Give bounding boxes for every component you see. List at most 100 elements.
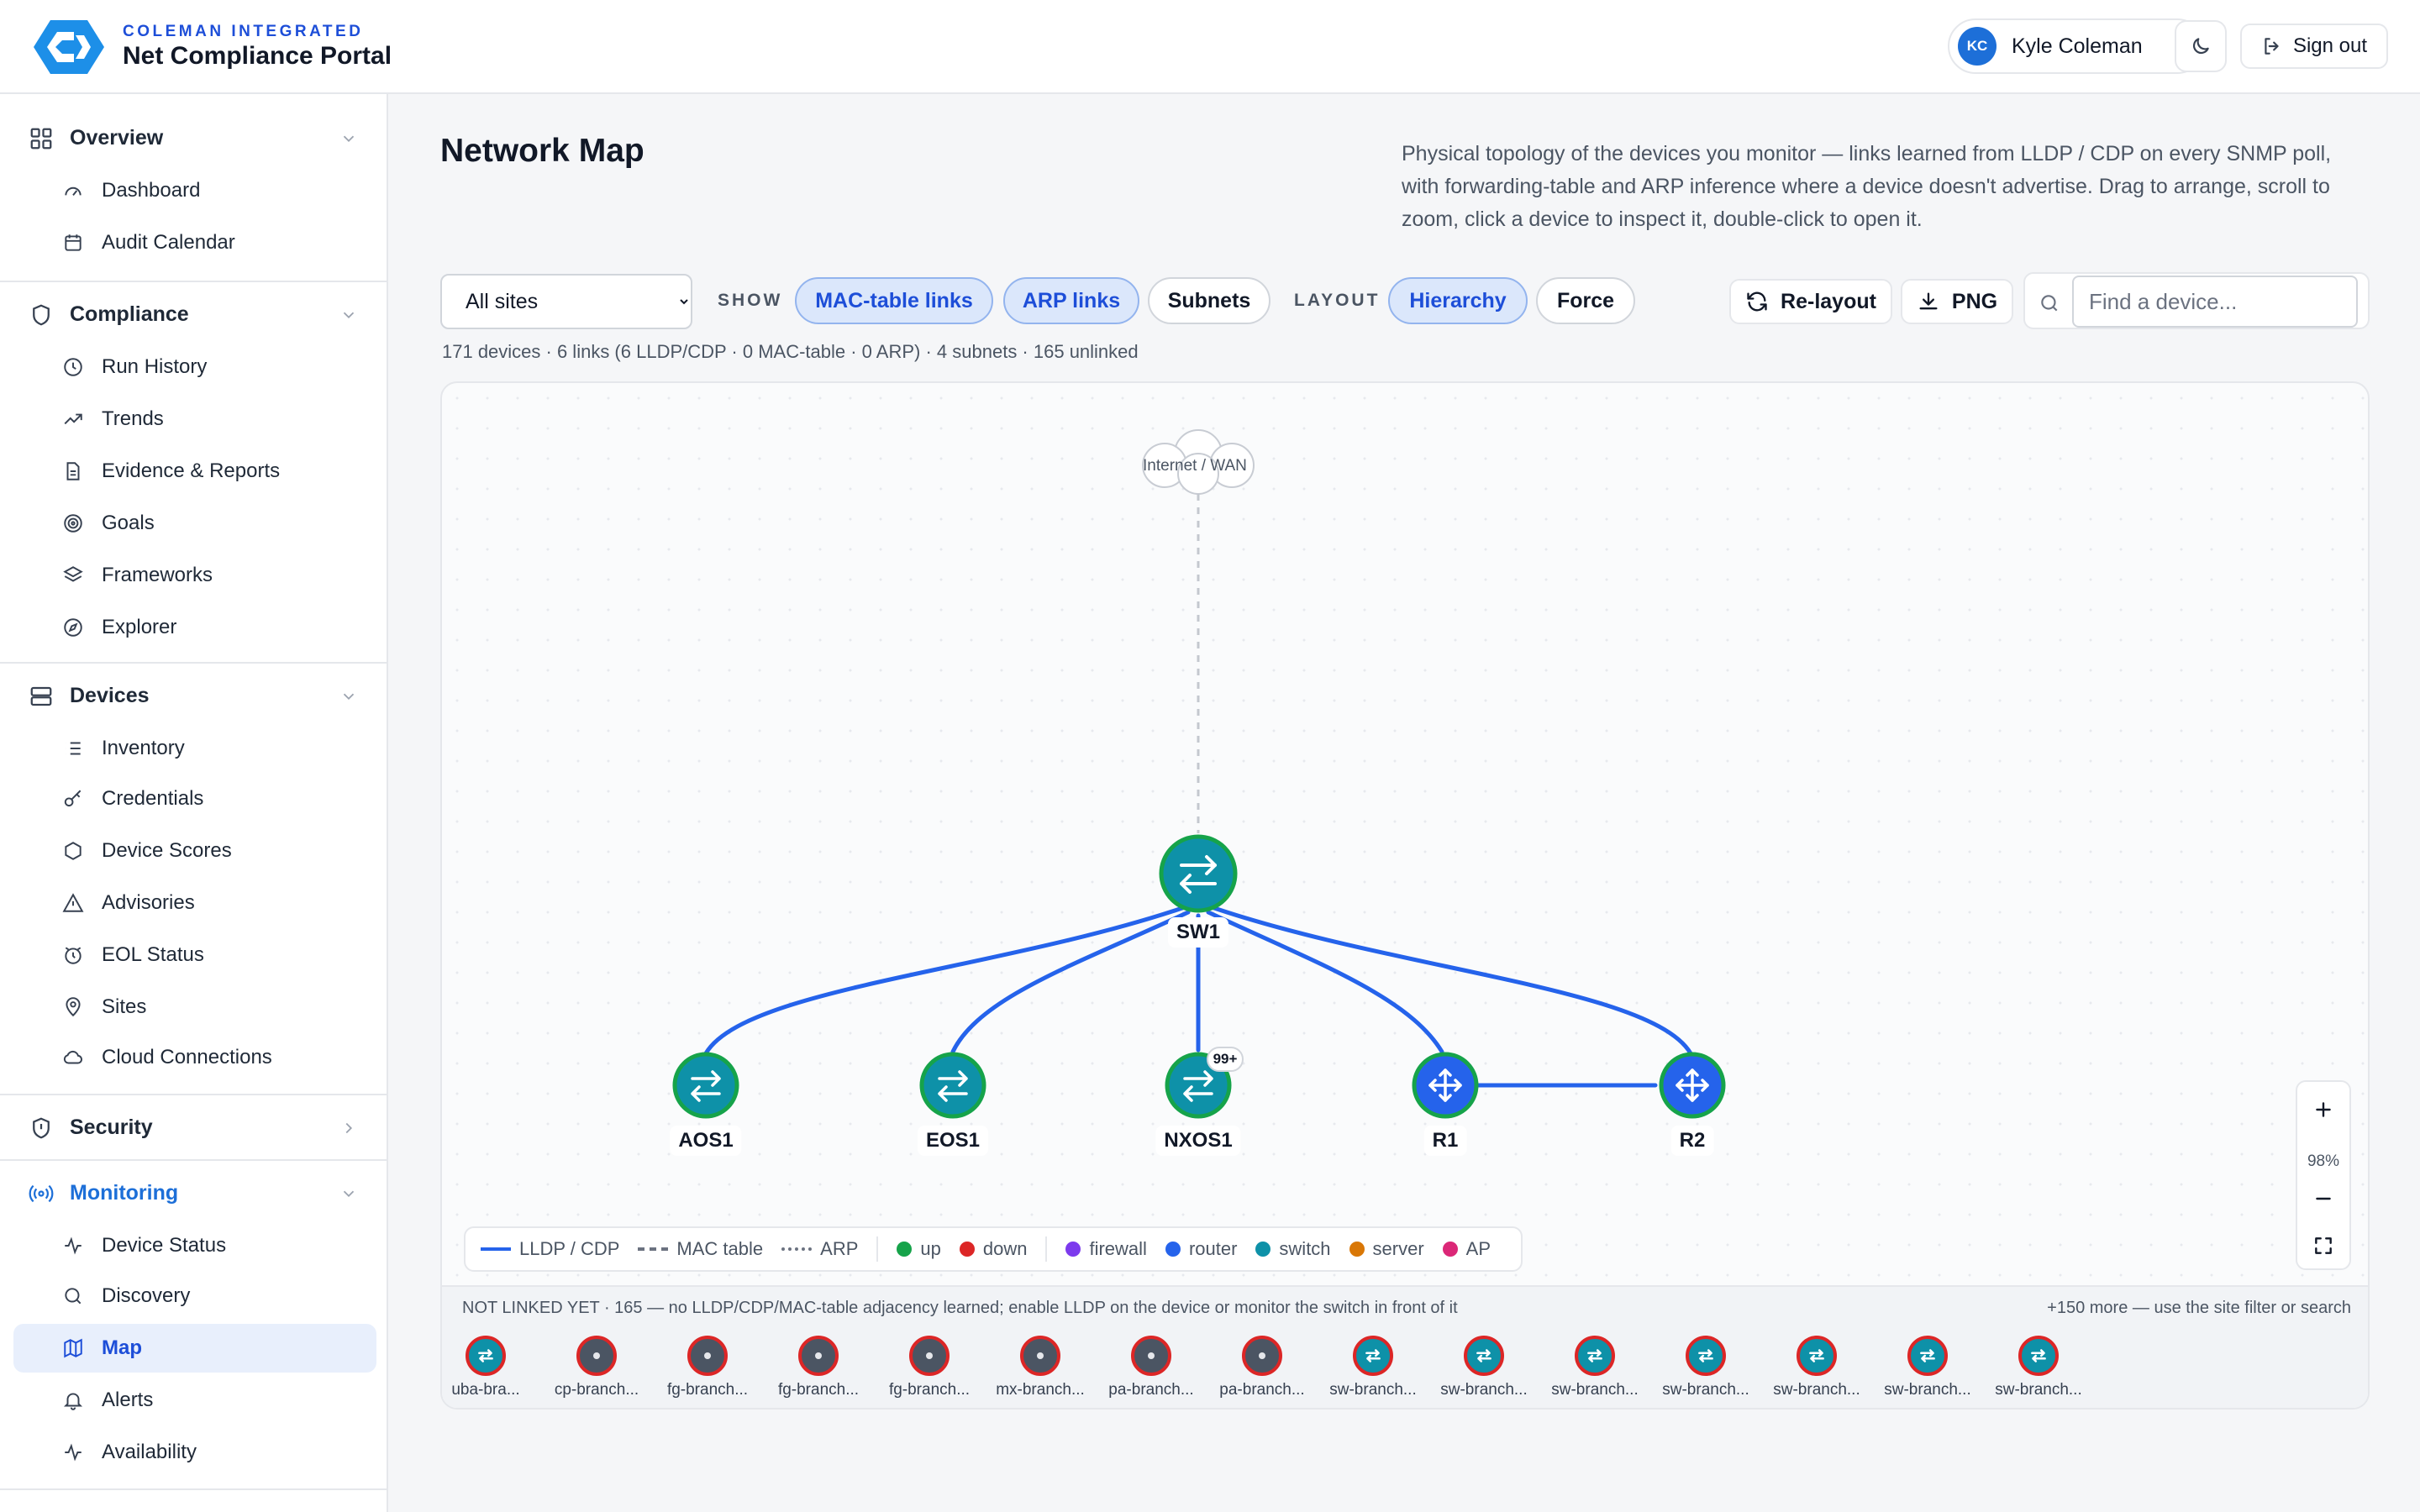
legend-dot (959, 1242, 975, 1257)
sidebar-item-sites[interactable]: Sites (13, 983, 376, 1032)
unlinked-device[interactable]: sw-branch... (1428, 1336, 1539, 1399)
sidebar-item-label: Map (102, 1336, 142, 1359)
zoom-out-button[interactable] (2297, 1178, 2349, 1220)
sidebar-item-dashboard[interactable]: Dashboard (13, 166, 376, 215)
sign-out-button[interactable]: Sign out (2240, 24, 2388, 69)
legend-label: LLDP / CDP (519, 1238, 620, 1259)
unlinked-device[interactable]: sw-branch... (1539, 1336, 1650, 1399)
list-icon (66, 742, 81, 755)
brand-app-name: Net Compliance Portal (123, 42, 392, 70)
show-label: SHOW (718, 291, 783, 310)
sidebar-item-label: Evidence & Reports (102, 459, 281, 482)
sidebar-item-label: Sites (102, 995, 147, 1018)
nav-section-devices[interactable]: Devices (0, 670, 387, 721)
sidebar-item-advisories[interactable]: Advisories (13, 879, 376, 927)
theme-toggle-button[interactable] (2175, 20, 2227, 72)
nav-section-security[interactable]: Security (0, 1102, 387, 1152)
node-r2[interactable] (1659, 1052, 1726, 1119)
node-sw1[interactable] (1159, 834, 1238, 913)
unlinked-device[interactable]: fg-branch... (763, 1336, 874, 1399)
sidebar-item-map[interactable]: Map (13, 1324, 376, 1373)
nav-section-monitoring[interactable]: Monitoring (0, 1168, 387, 1218)
layers-icon (63, 566, 83, 582)
unlinked-device[interactable]: fg-branch... (874, 1336, 985, 1399)
unlinked-device[interactable]: sw-branch... (1872, 1336, 1983, 1399)
sidebar-item-audit-calendar[interactable]: Audit Calendar (13, 218, 376, 267)
fit-view-button[interactable] (2297, 1225, 2349, 1267)
link-sw1-eos1[interactable] (950, 910, 1191, 1054)
unlinked-device[interactable]: fg-branch... (652, 1336, 763, 1399)
sidebar-item-label: Availability (102, 1441, 197, 1463)
link-sw1-r1[interactable] (1206, 910, 1444, 1054)
toggle-mac-table-links[interactable]: MAC-table links (795, 277, 993, 324)
sidebar-item-frameworks[interactable]: Frameworks (13, 551, 376, 600)
sign-out-icon (2265, 38, 2279, 55)
legend-label: switch (1279, 1238, 1331, 1259)
sidebar-item-inventory[interactable]: Inventory (13, 724, 376, 773)
user-menu[interactable]: KC Kyle Coleman (1948, 18, 2205, 74)
chevron-right-icon (345, 1122, 353, 1134)
unlinked-device[interactable]: mx-branch... (985, 1336, 1096, 1399)
cloud-icon (63, 1050, 82, 1064)
link-sw1-r2[interactable] (1209, 905, 1693, 1056)
unlinked-device[interactable]: pa-branch... (1096, 1336, 1207, 1399)
nav-section-compliance[interactable]: Compliance (0, 289, 387, 339)
legend-router: router (1165, 1238, 1237, 1260)
sidebar-item-evidence-reports[interactable]: Evidence & Reports (13, 447, 376, 496)
unlinked-device[interactable]: sw-branch... (1761, 1336, 1872, 1399)
sidebar-item-alerts[interactable]: Alerts (13, 1376, 376, 1425)
sidebar-item-explorer[interactable]: Explorer (13, 603, 376, 652)
network-map-canvas[interactable]: Internet / WAN SW1 AOS1 EOS1 NXOS1 R1 R2… (440, 381, 2370, 1410)
unlinked-device[interactable]: sw-branch... (1983, 1336, 2094, 1399)
device-search-input[interactable] (2072, 276, 2358, 328)
sidebar-item-discovery[interactable]: Discovery (13, 1272, 376, 1320)
unlinked-device[interactable]: sw-branch... (1318, 1336, 1428, 1399)
legend-firewall: firewall (1065, 1238, 1147, 1260)
switch-arrows-icon (1907, 1336, 1948, 1376)
layout-hierarchy[interactable]: Hierarchy (1388, 277, 1528, 324)
relayout-button[interactable]: Re-layout (1729, 279, 1892, 324)
sidebar-item-label: Trends (102, 407, 164, 430)
sidebar-item-credentials[interactable]: Credentials (13, 774, 376, 823)
zoom-in-button[interactable] (2297, 1089, 2349, 1131)
nav-divider (0, 1159, 387, 1161)
link-sw1-aos1[interactable] (703, 905, 1187, 1056)
toggle-subnets[interactable]: Subnets (1148, 277, 1270, 324)
node-label-r2: R2 (1670, 1126, 1714, 1156)
gauge-icon (65, 186, 82, 197)
site-filter-select[interactable]: All sites (440, 274, 692, 329)
unlinked-device[interactable]: sw-branch... (1650, 1336, 1761, 1399)
node-label-eos1: EOS1 (917, 1126, 989, 1156)
legend-up: up (897, 1238, 941, 1260)
legend-dot (1442, 1242, 1458, 1257)
nav-divider (0, 662, 387, 664)
layout-force[interactable]: Force (1536, 277, 1635, 324)
sidebar-item-device-status[interactable]: Device Status (13, 1221, 376, 1270)
unlinked-device[interactable]: cp-branch... (541, 1336, 652, 1399)
sidebar-item-label: Dashboard (102, 179, 201, 202)
sidebar-item-goals[interactable]: Goals (13, 499, 376, 548)
sidebar-item-label: Explorer (102, 616, 177, 638)
nav-section-overview[interactable]: Overview (0, 113, 387, 163)
sidebar-item-device-scores[interactable]: Device Scores (13, 827, 376, 875)
legend-dotted-line (781, 1247, 813, 1251)
toggle-arp-links[interactable]: ARP links (1003, 277, 1139, 324)
node-eos1[interactable] (919, 1052, 986, 1119)
sidebar-item-label: Alerts (102, 1389, 154, 1411)
sidebar-item-cloud-connections[interactable]: Cloud Connections (13, 1033, 376, 1082)
node-aos1[interactable] (672, 1052, 739, 1119)
device-dot-icon (576, 1336, 617, 1376)
unlinked-device[interactable]: uba-bra... (442, 1336, 541, 1399)
unlinked-device-name: sw-branch... (1884, 1381, 1971, 1399)
sidebar-item-trends[interactable]: Trends (13, 395, 376, 444)
sidebar-item-eol-status[interactable]: EOL Status (13, 931, 376, 979)
export-png-button[interactable]: PNG (1901, 279, 2013, 324)
map-pin-icon (66, 997, 81, 1017)
sidebar-item-run-history[interactable]: Run History (13, 343, 376, 391)
node-r1[interactable] (1412, 1052, 1479, 1119)
sidebar-item-availability[interactable]: Availability (13, 1428, 376, 1477)
unlinked-device[interactable]: pa-branch... (1207, 1336, 1318, 1399)
brand[interactable]: COLEMAN INTEGRATED Net Compliance Portal (32, 17, 392, 77)
legend-mac: MAC table (638, 1238, 763, 1260)
topology-stats: 171 devices · 6 links (6 LLDP/CDP · 0 MA… (442, 341, 1139, 362)
